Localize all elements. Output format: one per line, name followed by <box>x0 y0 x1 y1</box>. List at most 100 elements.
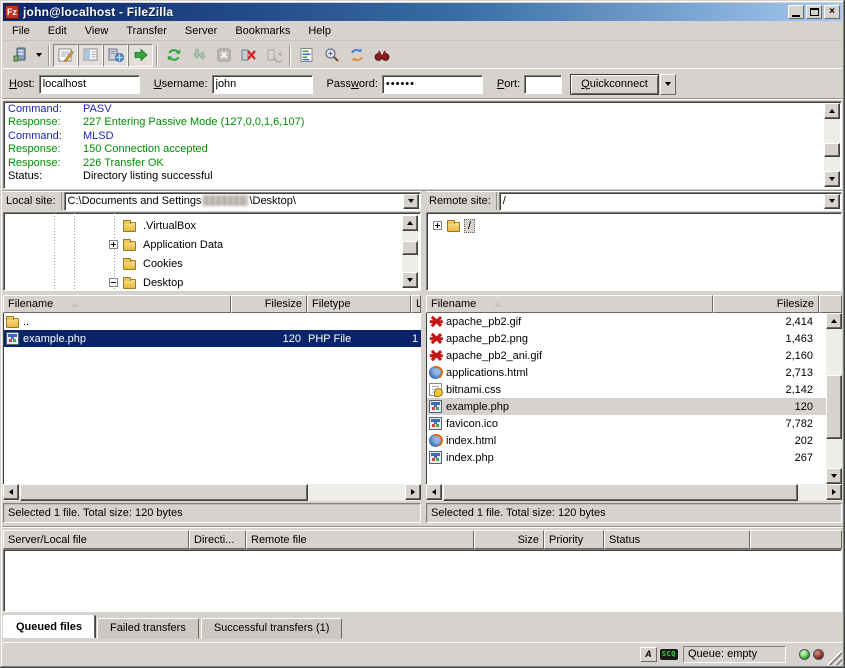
scroll-up-button[interactable] <box>826 313 842 329</box>
menu-file[interactable]: File <box>3 23 39 39</box>
column-filesize[interactable]: Filesize <box>713 295 819 313</box>
tab-successful-transfers[interactable]: Successful transfers (1) <box>201 618 343 639</box>
toggle-local-tree-icon[interactable] <box>78 44 103 67</box>
reconnect-icon[interactable] <box>261 44 286 67</box>
menu-transfer[interactable]: Transfer <box>117 23 176 39</box>
scroll-thumb[interactable] <box>402 241 418 255</box>
column-status[interactable]: Status <box>604 530 750 549</box>
scroll-thumb[interactable] <box>826 375 842 439</box>
filezilla-logo-icon[interactable]: Fz <box>5 5 19 19</box>
remote-row[interactable]: bitnami.css 2,142 <box>427 381 842 398</box>
disconnect-icon[interactable] <box>236 44 261 67</box>
log-scrollbar[interactable] <box>824 103 840 187</box>
toggle-remote-tree-icon[interactable] <box>103 44 128 67</box>
site-manager-dropdown[interactable] <box>32 44 45 67</box>
remote-row[interactable]: apache_pb2_ani.gif 2,160 <box>427 347 842 364</box>
remote-row[interactable]: applications.html 2,713 <box>427 364 842 381</box>
tree-item-cookies[interactable]: Cookies <box>109 254 186 273</box>
local-site-combo-dropdown[interactable] <box>403 194 419 209</box>
menu-view[interactable]: View <box>76 23 118 39</box>
remote-list-scrollbar[interactable] <box>826 313 842 484</box>
collapse-minus-icon[interactable] <box>109 278 118 287</box>
refresh-icon[interactable] <box>161 44 186 67</box>
column-server-local-file[interactable]: Server/Local file <box>3 530 189 549</box>
column-filename[interactable]: Filename <box>426 295 713 313</box>
quickconnect-dropdown[interactable] <box>660 74 676 95</box>
scroll-left-button[interactable] <box>3 484 19 500</box>
column-filename[interactable]: Filename <box>3 295 231 313</box>
remote-site-combo[interactable]: / <box>499 192 842 211</box>
ascii-transfer-type-icon[interactable]: A <box>640 647 657 662</box>
local-row-example-php[interactable]: example.php 120 PHP File 1 <box>4 330 421 347</box>
close-button[interactable]: × <box>824 5 840 19</box>
tab-queued-files[interactable]: Queued files <box>3 615 95 638</box>
folder-icon <box>123 260 136 270</box>
scroll-down-button[interactable] <box>826 468 842 484</box>
tree-item-application-data[interactable]: Application Data <box>109 235 226 254</box>
tree-item-desktop[interactable]: Desktop <box>109 273 186 291</box>
site-manager-icon[interactable] <box>7 44 32 67</box>
column-size[interactable]: Size <box>474 530 544 549</box>
scroll-thumb[interactable] <box>443 484 798 501</box>
remote-row[interactable]: index.html 202 <box>427 432 842 449</box>
find-files-icon[interactable] <box>369 44 394 67</box>
tree-item-virtualbox[interactable]: .VirtualBox <box>109 216 199 235</box>
remote-site-combo-dropdown[interactable] <box>824 194 840 209</box>
local-hscrollbar[interactable] <box>3 484 421 501</box>
username-input[interactable] <box>212 75 313 94</box>
scroll-thumb[interactable] <box>824 143 840 157</box>
scroll-right-button[interactable] <box>826 484 842 500</box>
minimize-button[interactable] <box>788 5 804 19</box>
scroll-up-button[interactable] <box>824 103 840 119</box>
scroll-down-button[interactable] <box>824 171 840 187</box>
local-tree-scrollbar[interactable] <box>402 215 418 288</box>
directory-comparison-icon[interactable] <box>319 44 344 67</box>
password-input[interactable] <box>382 75 483 94</box>
resize-grip[interactable] <box>827 650 842 665</box>
remote-row[interactable]: apache_pb2.png 1,463 <box>427 330 842 347</box>
scroll-left-button[interactable] <box>426 484 442 500</box>
menu-help[interactable]: Help <box>299 23 340 39</box>
tab-failed-transfers[interactable]: Failed transfers <box>97 618 199 639</box>
maximize-button[interactable] <box>806 5 822 19</box>
host-input[interactable] <box>39 75 140 94</box>
menu-bookmarks[interactable]: Bookmarks <box>226 23 299 39</box>
column-filetype[interactable]: Filetype <box>307 295 411 313</box>
toggle-transfer-queue-icon[interactable] <box>128 44 153 67</box>
scroll-right-button[interactable] <box>405 484 421 500</box>
column-last-modified[interactable]: L <box>411 295 421 313</box>
process-queue-icon[interactable] <box>186 44 211 67</box>
local-row-parent[interactable]: .. <box>4 313 421 330</box>
column-remote-file[interactable]: Remote file <box>246 530 474 549</box>
port-input[interactable] <box>524 75 562 94</box>
menu-server[interactable]: Server <box>176 23 226 39</box>
quickconnect-button[interactable]: Quickconnect <box>570 74 659 95</box>
chevron-down-icon <box>36 53 42 57</box>
remote-row[interactable]: favicon.ico 7,782 <box>427 415 842 432</box>
password-label: Password: <box>327 78 378 90</box>
column-direction[interactable]: Directi... <box>189 530 246 549</box>
log-line: Response:227 Entering Passive Mode (127,… <box>8 116 841 129</box>
toggle-message-log-icon[interactable] <box>53 44 78 67</box>
column-filesize[interactable]: Filesize <box>231 295 307 313</box>
remote-path: / <box>503 195 506 207</box>
synchronized-browsing-icon[interactable] <box>344 44 369 67</box>
filter-icon[interactable] <box>294 44 319 67</box>
remote-hscrollbar[interactable] <box>426 484 842 501</box>
scroll-down-button[interactable] <box>402 272 418 288</box>
local-site-combo[interactable]: C:\Documents and Settings\Desktop\ <box>64 192 421 211</box>
remote-row[interactable]: index.php 267 <box>427 449 842 466</box>
scroll-thumb[interactable] <box>20 484 308 501</box>
redacted-username <box>202 195 248 206</box>
remote-row-selected[interactable]: example.php 120 <box>427 398 842 415</box>
expand-plus-icon[interactable] <box>109 240 118 249</box>
ico-file-icon <box>429 417 442 430</box>
speed-limits-icon[interactable]: SCQ <box>660 649 678 660</box>
remote-row[interactable]: apache_pb2.gif 2,414 <box>427 313 842 330</box>
scroll-up-button[interactable] <box>402 215 418 231</box>
column-priority[interactable]: Priority <box>544 530 604 549</box>
cancel-operation-icon[interactable] <box>211 44 236 67</box>
expand-plus-icon[interactable] <box>433 221 442 230</box>
menu-edit[interactable]: Edit <box>39 23 76 39</box>
tree-item-root[interactable]: / <box>433 216 475 235</box>
